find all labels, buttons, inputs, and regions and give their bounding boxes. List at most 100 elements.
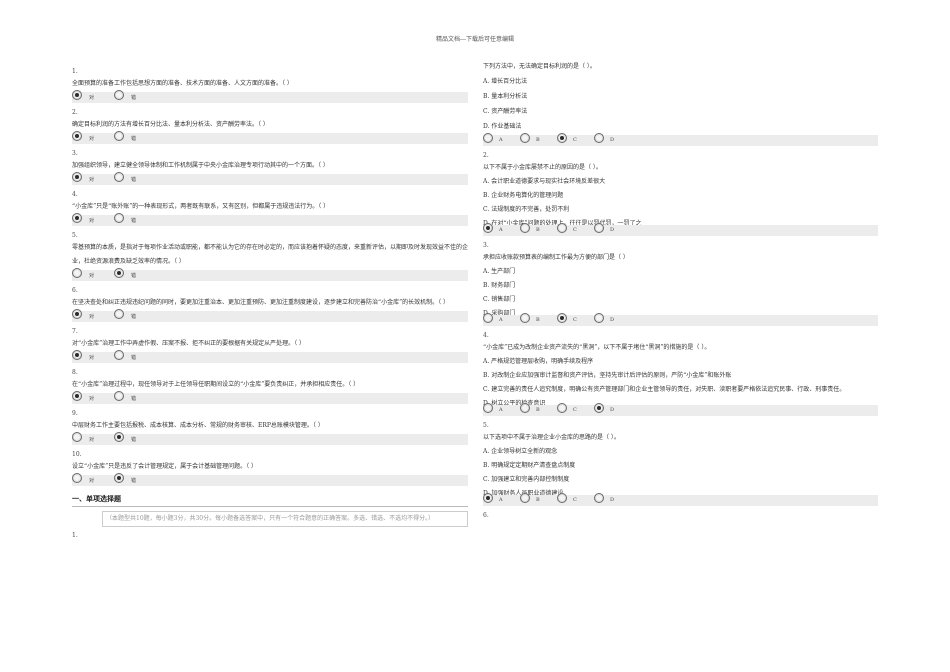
answer-choice-row: 对错 [72,172,468,185]
question-item: 5. 零基预算的本质，是指对于每项作业活动或职能，都不能认为它的存在时必定的，而应… [72,231,468,281]
question-item: 2. 以下不属于小金库屡禁不止的原因的是（ ）。 A. 会计职业道德要求与现实社会环… [483,151,878,236]
answer-choice-row: 对错 [72,350,468,363]
option-text: A. 严格规范管理层收购，明确手续及程序 [483,358,594,365]
radio-button[interactable] [483,313,493,323]
radio-label: D [610,137,615,143]
radio-button[interactable] [520,223,530,233]
radio-label: 错 [131,177,137,183]
radio-button[interactable] [594,133,604,143]
radio-button[interactable] [594,223,604,233]
multiple-choice-question-list: 2. 以下不属于小金库屡禁不止的原因的是（ ）。 A. 会计职业道德要求与现实社会环… [483,151,878,506]
answer-choice-row: 对错 [72,309,468,322]
radio-label: A [499,407,503,413]
radio-button[interactable] [114,473,124,483]
radio-button[interactable] [594,313,604,323]
radio-label: C [573,317,577,323]
radio-label: D [610,407,615,413]
question-text: 设立“小金库”只是违反了会计管理规定，属于会计基础管理问题。（ ） [72,463,258,470]
radio-button[interactable] [594,493,604,503]
radio-button[interactable] [114,213,124,223]
answer-choice-row: 对错 [72,268,468,281]
radio-label: C [573,497,577,503]
option-text: A. 会计职业道德要求与现实社会环境反差很大 [483,178,606,185]
radio-button[interactable] [520,493,530,503]
radio-label: 对 [89,95,95,101]
radio-button[interactable] [114,432,124,442]
radio-label: 错 [131,273,137,279]
radio-button[interactable] [72,213,82,223]
radio-button[interactable] [594,403,604,413]
option-text: A. 企业领导树立全新的观念 [483,448,558,455]
radio-button[interactable] [114,172,124,182]
radio-button[interactable] [72,391,82,401]
radio-button[interactable] [557,493,567,503]
question-text: 零基预算的本质，是指对于每项作业活动或职能，都不能认为它的存在时必定的，而应该抱… [72,244,469,265]
radio-button[interactable] [114,90,124,100]
answer-choice-row: A B C D [483,493,878,506]
radio-label: C [573,137,577,143]
radio-label: B [536,497,540,503]
answer-choice-row: 对错 [72,391,468,404]
option-text: D. 作业基础法 [483,123,522,130]
radio-button[interactable] [114,309,124,319]
radio-button[interactable] [72,350,82,360]
radio-button[interactable] [72,432,82,442]
radio-button[interactable] [72,131,82,141]
radio-label: 错 [131,437,137,443]
radio-button[interactable] [557,403,567,413]
question-number: 5. [72,232,78,239]
radio-button[interactable] [483,133,493,143]
radio-button[interactable] [520,133,530,143]
question-item: 1. 全面预算的准备工作包括思想方面的准备、技术方面的准备、人文方面的准备。（ ）… [72,67,468,103]
radio-button[interactable] [72,90,82,100]
radio-button[interactable] [114,268,124,278]
radio-button[interactable] [557,223,567,233]
option-list: A. 增长百分比法 B. 量本利分析法 C. 资产酬劳率法 D. 作业基础法 [483,74,878,134]
radio-button[interactable] [520,313,530,323]
question-number: 2. [483,152,489,159]
question-number: 8. [72,369,78,376]
option-text: C. 建立完善的责任人追究制度，明确公有资产管理部门和企业主管领导的责任，对失职… [483,386,846,393]
question-text: 下列方法中，无法确定目标利润的是（ ）。 [483,63,596,70]
question-item: 10. 设立“小金库”只是违反了会计管理规定，属于会计基础管理问题。（ ）对错 [72,450,468,486]
radio-label: 错 [131,218,137,224]
question-text: 全面预算的准备工作包括思想方面的准备、技术方面的准备、人文方面的准备。（ ） [72,80,293,87]
radio-label: 对 [89,478,95,484]
radio-button[interactable] [557,133,567,143]
question-item: 4. “小金库”只是“账外账”的一种表现形式，两者既有联系，又有区别，但都属于违规… [72,190,468,226]
radio-button[interactable] [72,473,82,483]
radio-button[interactable] [72,309,82,319]
question-text: 以下选项中不属于治理企业小金库的思路的是（ ）。 [483,434,620,441]
radio-button[interactable] [72,172,82,182]
option-text: B. 明确规定定期财产清查盘点制度 [483,462,576,469]
radio-button[interactable] [72,268,82,278]
radio-label: B [536,407,540,413]
radio-button[interactable] [520,403,530,413]
answer-choice-row: 对错 [72,90,468,103]
radio-button[interactable] [483,223,493,233]
radio-label: A [499,137,503,143]
radio-label: 对 [89,437,95,443]
question-number: 10. [72,451,82,458]
section-title: 一、单项选择题 [72,494,468,507]
radio-label: 对 [89,314,95,320]
option-text: B. 对改制企业应加强审计监督和资产评估，坚持先审计后评估的原则，严防“小金库”… [483,372,732,379]
question-number: 4. [483,332,489,339]
radio-button[interactable] [483,403,493,413]
radio-button[interactable] [483,493,493,503]
radio-label: A [499,497,503,503]
question-number: 3. [483,242,489,249]
question-number: 9. [72,410,78,417]
radio-label: D [610,317,615,323]
question-text: “小金库”已成为改制企业资产流失的“黑洞”，以下不属于堵住“黑洞”的措施的是（ … [483,344,711,351]
question-number: 1. [72,68,78,75]
radio-button[interactable] [114,391,124,401]
question-number: 6. [72,287,78,294]
radio-button[interactable] [557,313,567,323]
radio-button[interactable] [114,131,124,141]
radio-label: D [610,497,615,503]
option-text: B. 企业财务电算化的管理问题 [483,192,564,199]
question-item: 5. 以下选项中不属于治理企业小金库的思路的是（ ）。 A. 企业领导树立全新的观念… [483,421,878,506]
radio-button[interactable] [114,350,124,360]
radio-label: 对 [89,177,95,183]
